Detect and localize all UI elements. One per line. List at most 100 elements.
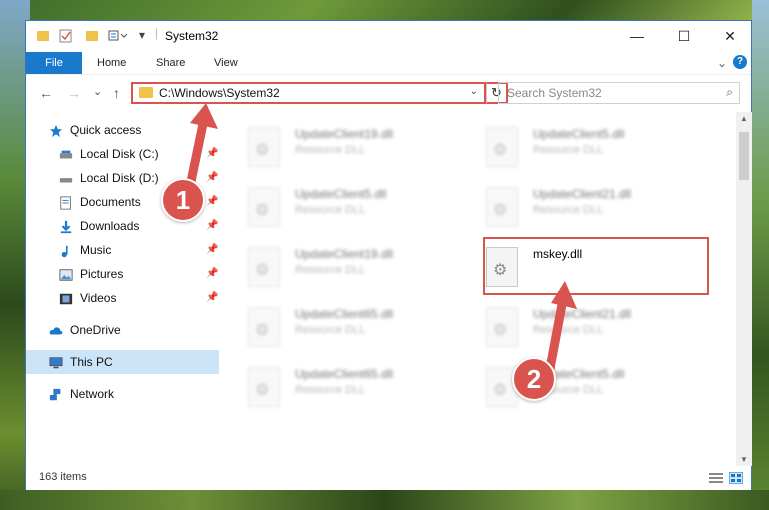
file-list: UpdateClient19.dll Resource DLL UpdateCl…	[223, 112, 736, 466]
address-path[interactable]: C:\Windows\System32	[159, 86, 280, 100]
nav-item-music[interactable]: Music	[58, 238, 111, 262]
properties-icon[interactable]	[59, 29, 73, 43]
file-item[interactable]: UpdateClient21.dll Resource DLL	[461, 182, 691, 237]
up-button[interactable]: ↑	[113, 85, 120, 101]
file-item[interactable]: UpdateClient19.dll Resource DLL	[223, 242, 453, 297]
nav-item-network[interactable]: Network	[48, 382, 114, 406]
file-explorer-window: ▾ | System32 — ☐ ✕ File Home Share View …	[25, 20, 752, 490]
file-name: UpdateClient5.dll	[295, 187, 387, 201]
status-bar: 163 items	[26, 466, 751, 490]
download-icon	[60, 220, 72, 233]
window-title: System32	[165, 29, 219, 43]
customize-toolbar-icon[interactable]	[108, 29, 130, 43]
expand-ribbon-icon[interactable]: ⌄	[717, 56, 727, 70]
drive-icon	[59, 177, 73, 183]
dll-file-icon	[486, 187, 518, 227]
videos-icon	[59, 293, 73, 305]
back-button[interactable]: ←	[39, 85, 53, 101]
search-input[interactable]: Search System32 ⌕	[498, 82, 740, 104]
file-item[interactable]: UpdateClient65.dll Resource DLL	[223, 362, 453, 417]
nav-item-videos[interactable]: Videos	[58, 286, 116, 310]
pin-icon: 📌	[206, 268, 219, 279]
desktop-wallpaper-bottom	[0, 490, 769, 510]
minimize-button[interactable]: —	[614, 21, 660, 51]
drive-icon	[59, 150, 73, 159]
step-2-badge: 2	[512, 357, 556, 401]
nav-item-onedrive[interactable]: OneDrive	[48, 318, 121, 342]
file-name: UpdateClient19.dll	[295, 247, 394, 261]
scrollbar-thumb[interactable]	[739, 132, 749, 180]
tab-home[interactable]: Home	[97, 52, 126, 74]
new-folder-icon[interactable]	[85, 29, 99, 43]
nav-item-documents[interactable]: Documents	[58, 190, 141, 214]
cloud-icon	[49, 327, 63, 335]
file-type: Resource DLL	[533, 204, 604, 216]
file-name: UpdateClient65.dll	[295, 307, 394, 321]
dll-file-icon	[248, 367, 280, 407]
nav-item-local-disk-d[interactable]: Local Disk (D:)	[58, 166, 159, 190]
search-placeholder: Search System32	[507, 86, 602, 100]
pin-icon: 📌	[206, 292, 219, 303]
address-dropdown-icon[interactable]: ⌄	[470, 86, 478, 97]
pin-icon: 📌	[206, 244, 219, 255]
nav-item-label: Local Disk (C:)	[80, 147, 159, 161]
file-item[interactable]: UpdateClient65.dll Resource DLL	[223, 302, 453, 357]
nav-item-label: OneDrive	[70, 323, 121, 337]
step-1-badge: 1	[161, 178, 205, 222]
tab-share[interactable]: Share	[156, 52, 185, 74]
pictures-icon	[59, 269, 73, 281]
file-item[interactable]: UpdateClient19.dll Resource DLL	[223, 122, 453, 177]
dll-file-icon	[486, 127, 518, 167]
ribbon-tabs: File Home Share View ⌄ ?	[26, 52, 751, 74]
tab-view[interactable]: View	[214, 52, 238, 74]
network-icon	[49, 388, 61, 401]
file-type: Resource DLL	[533, 144, 604, 156]
file-item[interactable]: UpdateClient5.dll Resource DLL	[223, 182, 453, 237]
item-count: 163 items	[39, 471, 87, 483]
scroll-down-icon[interactable]: ▼	[740, 455, 748, 464]
file-name: UpdateClient65.dll	[295, 367, 394, 381]
documents-icon	[60, 196, 71, 210]
file-type: Resource DLL	[295, 204, 366, 216]
help-icon[interactable]: ?	[733, 55, 747, 69]
forward-button[interactable]: →	[67, 85, 81, 101]
file-name: UpdateClient5.dll	[533, 127, 625, 141]
dll-file-icon	[248, 307, 280, 347]
file-type: Resource DLL	[295, 144, 366, 156]
nav-item-quick-access[interactable]: Quick access	[48, 118, 141, 142]
nav-item-this-pc[interactable]: This PC	[26, 350, 219, 374]
nav-item-pictures[interactable]: Pictures	[58, 262, 123, 286]
file-type: Resource DLL	[295, 264, 366, 276]
search-icon[interactable]: ⌕	[726, 85, 733, 100]
title-separator: |	[155, 26, 159, 40]
nav-item-label: Network	[70, 387, 115, 401]
dll-file-icon	[248, 247, 280, 287]
close-button[interactable]: ✕	[707, 21, 753, 51]
file-name: UpdateClient19.dll	[295, 127, 394, 141]
vertical-scrollbar[interactable]: ▲ ▼	[736, 112, 752, 466]
scroll-up-icon[interactable]: ▲	[740, 114, 748, 123]
dll-file-icon	[486, 307, 518, 347]
quick-access-dropdown-icon[interactable]: ▾	[139, 28, 145, 42]
title-bar: ▾ | System32 — ☐ ✕	[26, 21, 751, 52]
nav-item-label: Pictures	[80, 267, 124, 281]
tab-file[interactable]: File	[26, 52, 82, 74]
file-item[interactable]: UpdateClient5.dll Resource DLL	[461, 122, 691, 177]
details-view-icon[interactable]	[709, 472, 723, 484]
folder-icon	[139, 87, 153, 98]
nav-item-label: This PC	[70, 355, 113, 369]
tiles-view-icon[interactable]	[729, 472, 743, 484]
nav-item-label: Quick access	[70, 123, 142, 137]
nav-item-label: Music	[80, 243, 112, 257]
maximize-button[interactable]: ☐	[661, 21, 707, 51]
file-type: Resource DLL	[295, 384, 366, 396]
music-icon	[61, 245, 68, 257]
nav-item-downloads[interactable]: Downloads	[58, 214, 139, 238]
dll-file-icon	[248, 127, 280, 167]
recent-locations-button[interactable]: ⌄	[93, 85, 102, 98]
nav-item-label: Local Disk (D:)	[80, 171, 159, 185]
navigation-bar: ← → ⌄ ↑ C:\Windows\System32 ⌄ ↻ Search S…	[26, 74, 751, 113]
nav-item-local-disk-c[interactable]: Local Disk (C:)	[58, 142, 159, 166]
folder-icon	[37, 31, 49, 41]
nav-item-label: Videos	[80, 291, 117, 305]
